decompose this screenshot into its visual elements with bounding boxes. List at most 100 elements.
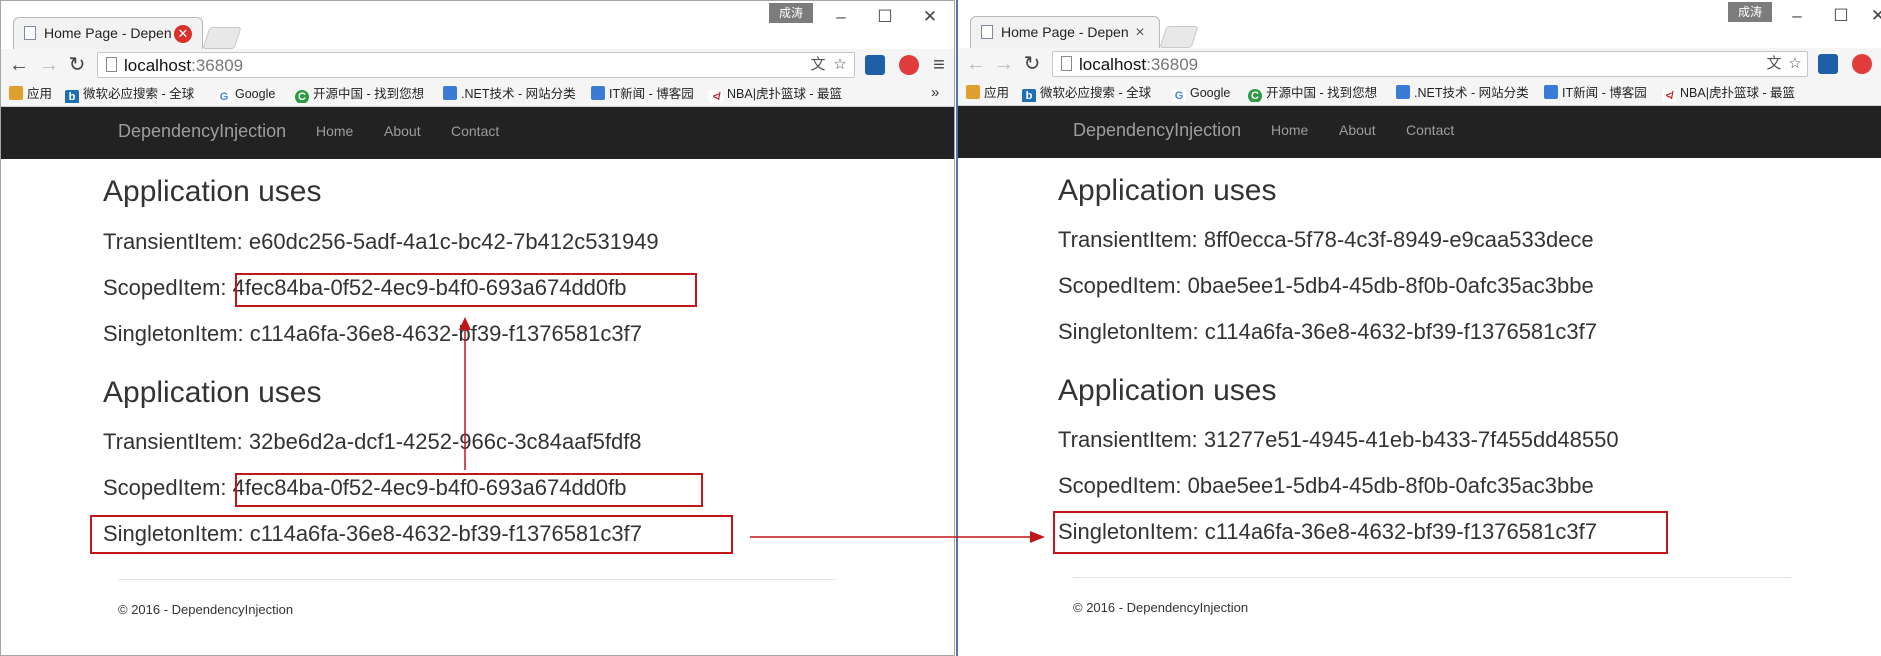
bookmark-item[interactable]: .NET技术 - 网站分类 bbox=[1396, 84, 1532, 102]
section-heading: Application uses bbox=[103, 376, 322, 409]
page-content: Application uses TransientItem: 8ff0ecca… bbox=[958, 158, 1881, 656]
arrow-left-icon[interactable]: ← bbox=[964, 52, 988, 76]
hupu-icon: ≮ bbox=[1662, 89, 1676, 102]
scoped-item: ScopedItem: 0bae5ee1-5db4-45db-8f0b-0afc… bbox=[1058, 473, 1594, 498]
transient-item: TransientItem: 8ff0ecca-5f78-4c3f-8949-e… bbox=[1058, 227, 1594, 252]
arrow-right-icon[interactable]: → bbox=[37, 53, 61, 77]
maximize-icon[interactable]: ☐ bbox=[870, 5, 900, 29]
bookmark-item[interactable]: b 微软必应搜索 - 全球 bbox=[1022, 84, 1162, 102]
hupu-icon: ≮ bbox=[709, 90, 723, 103]
close-tab-icon[interactable]: ✕ bbox=[174, 25, 192, 43]
browser-tab[interactable]: Home Page - Dependen ✕ bbox=[13, 17, 203, 49]
bookmark-apps[interactable]: 应用 bbox=[966, 84, 1016, 102]
user-badge[interactable]: 成涛 bbox=[769, 3, 814, 23]
extension-icon[interactable] bbox=[1852, 54, 1872, 74]
minimize-icon[interactable]: – bbox=[826, 5, 856, 29]
section-heading: Application uses bbox=[1058, 374, 1277, 407]
translate-icon[interactable]: 文 bbox=[809, 56, 827, 74]
highlight-box-scoped-first bbox=[235, 273, 697, 307]
browser-toolbar: ← → ↻ localhost:36809 文 ☆ ≡ bbox=[1, 49, 954, 81]
new-tab-button[interactable] bbox=[1159, 26, 1199, 48]
page-icon bbox=[106, 57, 117, 72]
address-bar[interactable]: localhost:36809 文 ☆ bbox=[97, 52, 855, 78]
maximize-icon[interactable]: ☐ bbox=[1826, 4, 1856, 28]
tab-title: Home Page - Depende bbox=[1001, 24, 1129, 40]
close-window-icon[interactable]: ✕ bbox=[1863, 4, 1881, 28]
extension-icon[interactable] bbox=[865, 55, 885, 75]
site-navbar: DependencyInjection Home About Contact bbox=[958, 106, 1881, 158]
section-heading: Application uses bbox=[103, 175, 322, 208]
site-brand[interactable]: DependencyInjection bbox=[118, 121, 286, 142]
menu-icon[interactable]: ≡ bbox=[927, 53, 951, 77]
bookmark-item[interactable]: C 开源中国 - 找到您想 bbox=[1248, 84, 1382, 102]
close-tab-icon[interactable]: × bbox=[1131, 24, 1149, 42]
footer-divider bbox=[118, 579, 836, 580]
extension-icon[interactable] bbox=[1818, 54, 1838, 74]
singleton-item: SingletonItem: c114a6fa-36e8-4632-bf39-f… bbox=[1058, 319, 1597, 344]
nav-home[interactable]: Home bbox=[1271, 122, 1308, 138]
cnblogs-icon bbox=[1544, 85, 1558, 99]
url-text: localhost:36809 bbox=[1079, 55, 1199, 74]
transient-item: TransientItem: 31277e51-4945-41eb-b433-7… bbox=[1058, 427, 1619, 452]
footer-divider bbox=[1073, 577, 1791, 578]
bookmark-item[interactable]: b 微软必应搜索 - 全球 bbox=[65, 85, 205, 103]
nav-about[interactable]: About bbox=[384, 123, 421, 139]
bookmark-item[interactable]: IT新闻 - 博客园 bbox=[591, 85, 701, 103]
bookmark-item[interactable]: ≮ NBA|虎扑篮球 - 最篮 bbox=[1662, 84, 1802, 102]
bookmark-item[interactable]: IT新闻 - 博客园 bbox=[1544, 84, 1654, 102]
google-icon: G bbox=[1172, 89, 1186, 102]
nav-home[interactable]: Home bbox=[316, 123, 353, 139]
apps-icon bbox=[966, 85, 980, 99]
highlight-box-singleton-right bbox=[1053, 511, 1668, 554]
transient-item: TransientItem: 32be6d2a-dcf1-4252-966c-3… bbox=[103, 429, 642, 454]
extension-icon[interactable] bbox=[899, 55, 919, 75]
browser-tab[interactable]: Home Page - Depende × bbox=[970, 16, 1160, 48]
cnblogs-icon bbox=[591, 86, 605, 100]
section-heading: Application uses bbox=[1058, 174, 1277, 207]
chevron-double-right-icon[interactable]: » bbox=[931, 84, 939, 101]
bookmark-item[interactable]: G Google bbox=[217, 85, 285, 103]
page-icon bbox=[981, 25, 993, 39]
cnblogs-icon bbox=[1396, 85, 1410, 99]
bookmark-item[interactable]: ≮ NBA|虎扑篮球 - 最篮 bbox=[709, 85, 849, 103]
url-text: localhost:36809 bbox=[124, 56, 244, 75]
nav-contact[interactable]: Contact bbox=[451, 123, 499, 139]
minimize-icon[interactable]: – bbox=[1782, 4, 1812, 28]
page-content: Application uses TransientItem: e60dc256… bbox=[1, 159, 954, 655]
reload-icon[interactable]: ↻ bbox=[65, 53, 89, 77]
nav-about[interactable]: About bbox=[1339, 122, 1376, 138]
new-tab-button[interactable] bbox=[202, 27, 242, 49]
oschina-icon: C bbox=[1248, 89, 1262, 102]
bing-icon: b bbox=[1022, 89, 1036, 102]
reload-icon[interactable]: ↻ bbox=[1020, 52, 1044, 76]
oschina-icon: C bbox=[295, 90, 309, 103]
bookmarks-bar: 应用 b 微软必应搜索 - 全球 G Google C 开源中国 - 找到您想 .NE… bbox=[1, 81, 954, 107]
transient-item: TransientItem: e60dc256-5adf-4a1c-bc42-7… bbox=[103, 229, 659, 254]
nav-contact[interactable]: Contact bbox=[1406, 122, 1454, 138]
scoped-item: ScopedItem: 0bae5ee1-5db4-45db-8f0b-0afc… bbox=[1058, 273, 1594, 298]
bookmark-item[interactable]: G Google bbox=[1172, 84, 1240, 102]
highlight-box-singleton-left bbox=[90, 515, 733, 554]
site-brand[interactable]: DependencyInjection bbox=[1073, 120, 1241, 141]
bookmark-apps[interactable]: 应用 bbox=[9, 85, 59, 103]
address-bar[interactable]: localhost:36809 文 ☆ bbox=[1052, 51, 1808, 77]
site-navbar: DependencyInjection Home About Contact bbox=[1, 107, 954, 159]
bookmark-item[interactable]: C 开源中国 - 找到您想 bbox=[295, 85, 429, 103]
cnblogs-icon bbox=[443, 86, 457, 100]
star-icon[interactable]: ☆ bbox=[1786, 55, 1804, 73]
arrow-left-icon[interactable]: ← bbox=[7, 53, 31, 77]
bookmarks-bar: 应用 b 微软必应搜索 - 全球 G Google C 开源中国 - 找到您想 .NE… bbox=[958, 80, 1881, 106]
star-icon[interactable]: ☆ bbox=[831, 56, 849, 74]
arrow-right-icon[interactable]: → bbox=[992, 52, 1016, 76]
close-window-icon[interactable]: ✕ bbox=[915, 5, 945, 29]
bookmark-item[interactable]: .NET技术 - 网站分类 bbox=[443, 85, 579, 103]
browser-window-left: Home Page - Dependen ✕ 成涛 – ☐ ✕ ← → ↻ lo… bbox=[0, 0, 955, 656]
title-bar: Home Page - Depende × 成涛 – ☐ ✕ bbox=[958, 0, 1881, 48]
translate-icon[interactable]: 文 bbox=[1765, 55, 1783, 73]
site-footer: © 2016 - DependencyInjection bbox=[1073, 600, 1249, 615]
site-footer: © 2016 - DependencyInjection bbox=[118, 602, 294, 617]
page-icon bbox=[24, 26, 36, 40]
google-icon: G bbox=[217, 90, 231, 103]
user-badge[interactable]: 成涛 bbox=[1728, 2, 1773, 22]
tab-title: Home Page - Dependen bbox=[44, 25, 172, 41]
